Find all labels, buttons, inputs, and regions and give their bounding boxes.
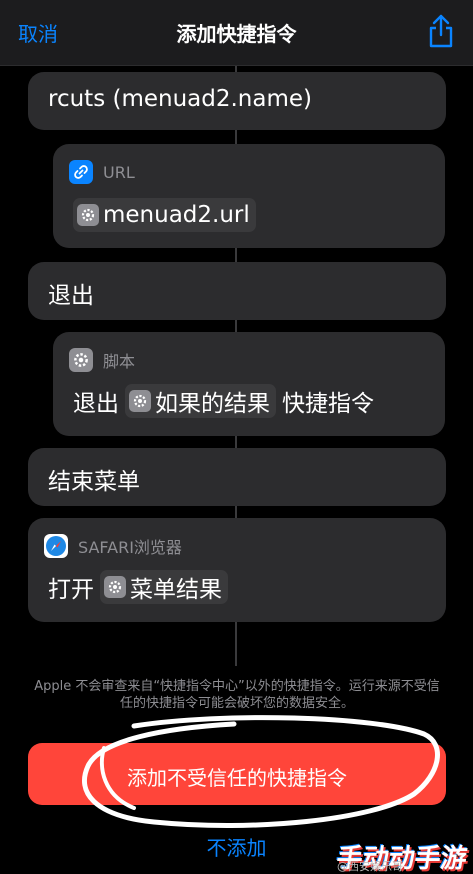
url-label: URL <box>103 162 135 182</box>
safari-variable-token[interactable]: 菜单结果 <box>100 570 228 604</box>
gear-icon <box>69 348 93 372</box>
url-action-card[interactable]: URL menuad2.url <box>53 144 445 248</box>
url-variable-text: menuad2.url <box>103 202 250 228</box>
watermark-author: @西安娱乐哥 <box>337 860 403 873</box>
safari-variable-text: 菜单结果 <box>130 577 222 603</box>
gear-icon <box>77 204 99 226</box>
safari-label: SAFARI浏览器 <box>78 538 182 557</box>
script-variable-token[interactable]: 如果的结果 <box>125 384 276 418</box>
script-suffix: 快捷指令 <box>282 391 374 417</box>
script-content: 退出 如果的结果 快捷指令 <box>73 384 374 418</box>
safari-content: 打开 菜单结果 <box>48 570 228 604</box>
page-title: 添加快捷指令 <box>176 22 297 46</box>
script-label: 脚本 <box>103 352 136 371</box>
script-variable-text: 如果的结果 <box>155 391 270 417</box>
safari-prefix: 打开 <box>48 577 94 603</box>
url-action-header: URL <box>69 160 135 184</box>
untrusted-warning: Apple 不会审查来自“快捷指令中心”以外的快捷指令。运行来源不受信任的快捷指… <box>34 679 440 711</box>
action-text: 结束菜单 <box>48 469 140 495</box>
add-untrusted-shortcut-button[interactable]: 添加不受信任的快捷指令 <box>28 743 446 805</box>
share-icon[interactable] <box>427 13 455 49</box>
safari-action-header: SAFARI浏览器 <box>44 534 182 558</box>
action-text: 退出 <box>48 283 94 309</box>
add-untrusted-label: 添加不受信任的快捷指令 <box>127 766 347 790</box>
script-action-header: 脚本 <box>69 348 135 372</box>
safari-action-card[interactable]: SAFARI浏览器 打开 菜单结果 <box>28 518 446 622</box>
script-action-card[interactable]: 脚本 退出 如果的结果 快捷指令 <box>53 332 445 436</box>
navigation-bar: 取消 添加快捷指令 <box>0 0 473 66</box>
gear-icon <box>104 576 126 598</box>
link-icon <box>69 160 93 184</box>
script-prefix: 退出 <box>73 391 119 417</box>
action-text: rcuts (menuad2.name) <box>48 86 313 112</box>
url-content: menuad2.url <box>73 198 256 232</box>
action-row-rcuts[interactable]: rcuts (menuad2.name) <box>28 72 446 130</box>
action-row-end-menu[interactable]: 结束菜单 <box>28 448 446 506</box>
action-row-exit[interactable]: 退出 <box>28 262 446 320</box>
url-variable-token[interactable]: menuad2.url <box>73 198 256 232</box>
safari-icon <box>44 534 68 558</box>
gear-icon <box>129 390 151 412</box>
